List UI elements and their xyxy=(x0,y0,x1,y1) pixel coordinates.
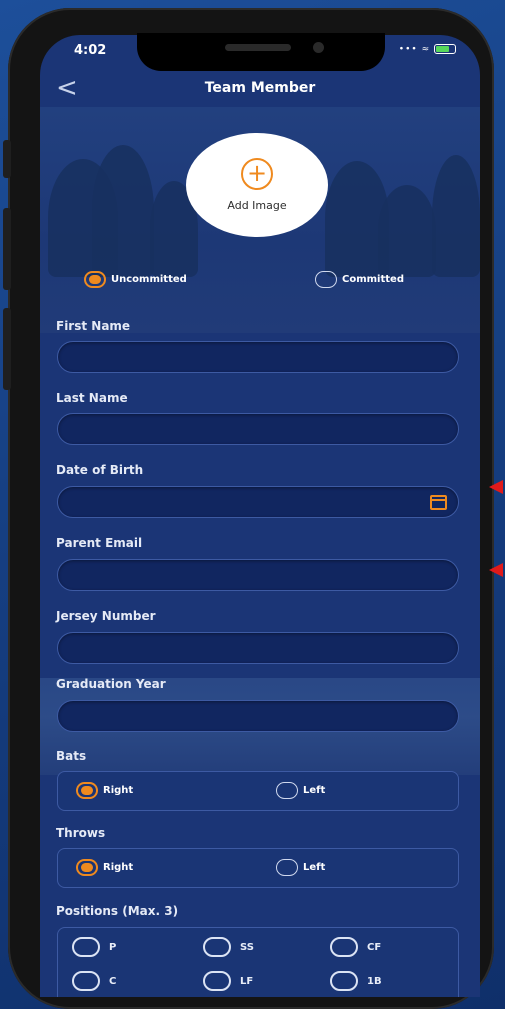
bats-left-radio[interactable]: Left xyxy=(276,782,325,799)
bats-left-label: Left xyxy=(303,785,326,796)
throws-radio-group: Right Left xyxy=(57,848,459,888)
add-image-button[interactable]: + Add Image xyxy=(186,133,328,237)
signal-icon: ••• ≈ xyxy=(398,44,431,55)
position-unchecked-icon xyxy=(203,971,231,991)
position-label: SS xyxy=(240,941,254,953)
position-cf[interactable]: CF xyxy=(330,937,381,957)
committed-radio[interactable]: Committed xyxy=(315,271,404,288)
uncommitted-label: Uncommitted xyxy=(111,274,187,285)
first-name-field[interactable] xyxy=(57,341,459,373)
radio-selected-icon xyxy=(76,782,98,799)
position-label: C xyxy=(109,975,117,987)
bats-right-radio[interactable]: Right xyxy=(76,782,133,799)
status-icons: ••• ≈ xyxy=(399,44,456,55)
radio-unselected-icon xyxy=(276,859,298,876)
page-title: Team Member xyxy=(204,80,316,96)
header-background: + Add Image xyxy=(40,107,480,333)
radio-unselected-icon xyxy=(315,271,337,288)
parent-email-label: Parent Email xyxy=(56,536,143,550)
positions-checkbox-group: P SS CF C LF 1B xyxy=(57,927,459,997)
speaker-grille xyxy=(225,44,291,51)
volume-down-button xyxy=(3,308,11,390)
throws-label: Throws xyxy=(56,826,106,840)
radio-selected-icon xyxy=(76,859,98,876)
plus-circle-icon: + xyxy=(241,158,273,190)
last-name-field[interactable] xyxy=(57,413,459,445)
bats-label: Bats xyxy=(56,749,87,763)
radio-selected-icon xyxy=(84,271,106,288)
position-label: P xyxy=(109,941,117,953)
battery-icon xyxy=(434,44,456,54)
position-unchecked-icon xyxy=(72,971,100,991)
phone-notch xyxy=(137,33,385,71)
front-camera xyxy=(313,42,324,53)
calendar-icon[interactable] xyxy=(430,495,447,510)
position-unchecked-icon xyxy=(72,937,100,957)
bats-radio-group: Right Left xyxy=(57,771,459,811)
date-of-birth-field[interactable] xyxy=(57,486,459,518)
bats-right-label: Right xyxy=(103,785,134,796)
position-p[interactable]: P xyxy=(72,937,116,957)
position-1b[interactable]: 1B xyxy=(330,971,382,991)
first-name-label: First Name xyxy=(56,319,131,333)
uncommitted-radio[interactable]: Uncommitted xyxy=(84,271,187,288)
mute-switch xyxy=(3,140,11,178)
throws-right-label: Right xyxy=(103,862,134,873)
app-screen: 4:02 ••• ≈ < Team Member + Add Image Unc… xyxy=(40,35,480,997)
position-c[interactable]: C xyxy=(72,971,116,991)
position-lf[interactable]: LF xyxy=(203,971,253,991)
positions-label: Positions (Max. 3) xyxy=(56,904,179,918)
throws-right-radio[interactable]: Right xyxy=(76,859,133,876)
position-unchecked-icon xyxy=(330,971,358,991)
position-unchecked-icon xyxy=(203,937,231,957)
graduation-year-label: Graduation Year xyxy=(56,677,166,691)
parent-email-field[interactable] xyxy=(57,559,459,591)
commitment-radio-group: Uncommitted Committed xyxy=(40,271,480,295)
graduation-year-field[interactable] xyxy=(57,700,459,732)
position-label: 1B xyxy=(367,975,382,987)
position-unchecked-icon xyxy=(330,937,358,957)
annotation-arrow-icon xyxy=(489,563,503,577)
last-name-label: Last Name xyxy=(56,391,128,405)
throws-left-label: Left xyxy=(303,862,326,873)
status-time: 4:02 xyxy=(74,43,107,58)
position-label: CF xyxy=(367,941,382,953)
throws-left-radio[interactable]: Left xyxy=(276,859,325,876)
annotation-arrow-icon xyxy=(489,480,503,494)
position-label: LF xyxy=(240,975,254,987)
committed-label: Committed xyxy=(342,274,404,285)
volume-up-button xyxy=(3,208,11,290)
radio-unselected-icon xyxy=(276,782,298,799)
position-ss[interactable]: SS xyxy=(203,937,254,957)
add-image-label: Add Image xyxy=(227,199,287,212)
jersey-number-label: Jersey Number xyxy=(56,609,156,623)
jersey-number-field[interactable] xyxy=(57,632,459,664)
date-of-birth-label: Date of Birth xyxy=(56,463,144,477)
